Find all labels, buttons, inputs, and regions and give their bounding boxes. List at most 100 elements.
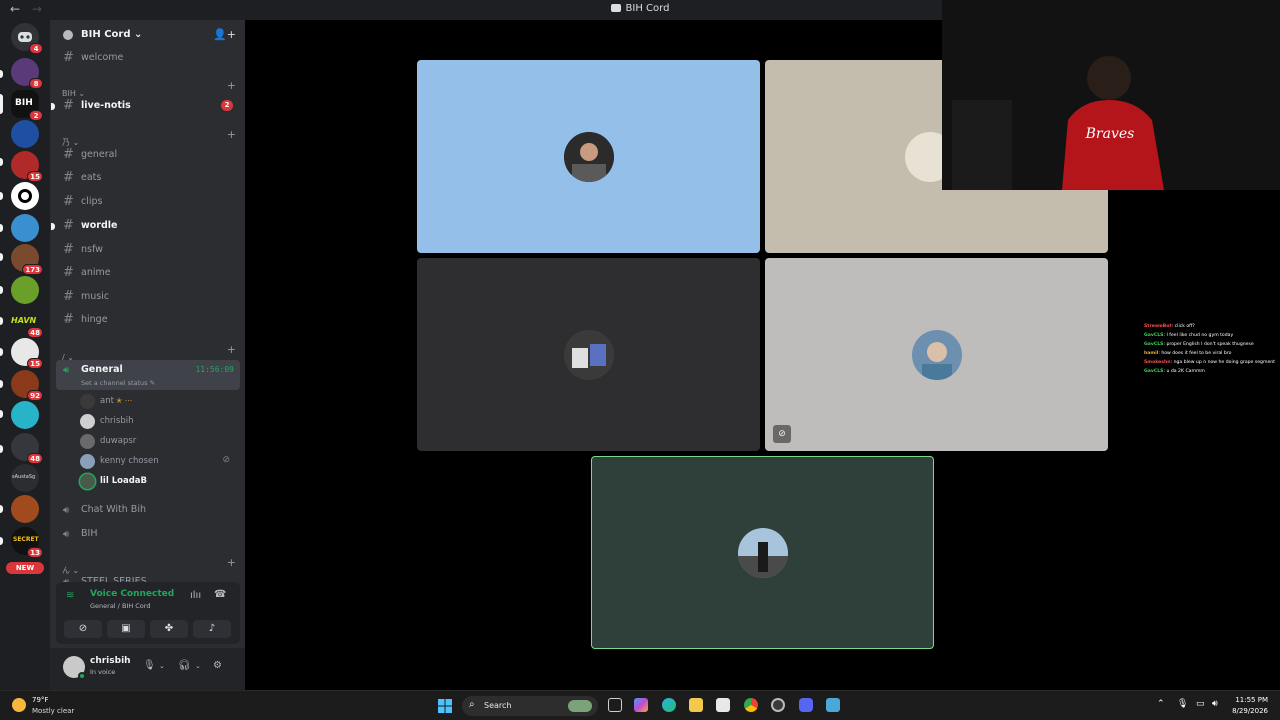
windows-start-icon[interactable]: [438, 698, 452, 713]
server-icon[interactable]: 173: [11, 244, 43, 275]
tray-mic-icon[interactable]: 🎙︎: [1177, 699, 1188, 709]
edge-browser-icon[interactable]: [662, 698, 676, 712]
server-icon[interactable]: [11, 495, 39, 523]
file-explorer-icon[interactable]: [689, 698, 703, 712]
participant-tile[interactable]: [417, 60, 760, 253]
voice-channel-general[interactable]: 🔊︎ General 11:56:09 Set a channel status…: [56, 360, 240, 390]
speaker-icon: 🔊︎: [63, 529, 70, 540]
server-icon[interactable]: [11, 182, 39, 210]
unread-badge: 92: [27, 390, 43, 401]
server-logo-icon: [610, 4, 621, 12]
create-channel-icon[interactable]: +: [227, 343, 236, 356]
channel-music[interactable]: # music: [58, 287, 240, 307]
copilot-icon[interactable]: [634, 698, 648, 712]
channel-welcome[interactable]: # welcome: [58, 48, 240, 68]
chat-line: GavCLS: u da 2K Cammm: [1144, 369, 1205, 374]
category-jp[interactable]: 乃 ⌄ +: [62, 128, 237, 147]
taskbar-search[interactable]: ⌕ Search: [462, 696, 598, 716]
channel-hinge[interactable]: # hinge: [58, 310, 240, 330]
network-icon[interactable]: ▭: [1196, 699, 1205, 709]
voice-user-chrisbih[interactable]: chrisbih: [78, 413, 238, 431]
headphones-icon[interactable]: 🎧︎: [178, 660, 191, 671]
unread-pill: [0, 158, 3, 166]
obs-icon[interactable]: [771, 698, 785, 712]
create-channel-icon[interactable]: +: [227, 79, 236, 92]
unread-badge: 15: [27, 358, 43, 369]
noise-suppression-icon[interactable]: ılıı: [190, 590, 201, 601]
server-icon-bih[interactable]: BIH 2: [11, 90, 43, 121]
server-icon[interactable]: [11, 120, 39, 148]
user-panel: chrisbih In voice 🎙︎ ⌄ 🎧︎ ⌄ ⚙: [50, 648, 245, 690]
server-icon[interactable]: 92: [11, 370, 43, 401]
channel-clips[interactable]: # clips: [58, 192, 240, 212]
unread-badge: 2: [29, 110, 43, 121]
soundboard-button[interactable]: ♪: [193, 620, 231, 638]
voice-channel-bih[interactable]: 🔊︎ BIH: [56, 524, 240, 544]
server-icon[interactable]: HAVN 48: [11, 307, 43, 338]
weather-moon-icon[interactable]: [12, 698, 26, 712]
system-clock[interactable]: 11:55 PM 8/29/2026: [1232, 695, 1268, 717]
participant-tile[interactable]: ⊘: [765, 258, 1108, 451]
participant-tile[interactable]: [417, 258, 760, 451]
chevron-down-icon[interactable]: ⌄: [159, 662, 165, 670]
volume-icon[interactable]: 🔊︎: [1212, 699, 1218, 709]
server-icon[interactable]: [11, 401, 39, 429]
channel-nsfw[interactable]: # nsfw: [58, 240, 240, 260]
category-bih[interactable]: BIH ⌄ +: [62, 79, 237, 98]
text-channel-icon: #: [63, 265, 74, 280]
participant-avatar: [737, 527, 788, 578]
channel-status-input[interactable]: Set a channel status ✎: [81, 379, 155, 387]
tray-overflow-icon[interactable]: ⌃: [1157, 699, 1165, 709]
svg-text:Braves: Braves: [1085, 126, 1135, 142]
server-icon[interactable]: [11, 214, 39, 242]
unread-badge: 8: [29, 78, 43, 89]
category-slash[interactable]: / ⌄ +: [62, 343, 237, 362]
screen-share-button[interactable]: ▣: [107, 620, 145, 638]
participant-tile-speaking[interactable]: [591, 456, 934, 649]
voice-user-ant[interactable]: ant ✭ ⋯: [78, 393, 238, 411]
create-channel-icon[interactable]: +: [227, 128, 236, 141]
voice-user-duwapsr[interactable]: duwapsr: [78, 433, 238, 451]
camera-off-button[interactable]: ⊘: [64, 620, 102, 638]
server-icon[interactable]: 15: [11, 151, 43, 182]
server-icon[interactable]: 8: [11, 58, 43, 89]
settings-gear-icon[interactable]: ⚙: [213, 660, 222, 671]
server-icon[interactable]: SECRET 13: [11, 527, 43, 558]
notepad-icon[interactable]: [826, 698, 840, 712]
server-icon[interactable]: 15: [11, 338, 43, 369]
signal-strength-icon[interactable]: ≋: [66, 590, 74, 601]
server-icon[interactable]: 48: [11, 433, 43, 464]
discord-app: ← → BIH Cord 4 8 BIH 2 15 173 HAVN 48 15…: [0, 0, 1280, 720]
voice-user-kenny-chosen[interactable]: kenny chosen ⊘: [78, 453, 238, 471]
channel-live-notis[interactable]: # live-notis 2: [51, 96, 240, 116]
disconnect-icon[interactable]: ☎: [214, 589, 226, 600]
unread-pill: [0, 505, 3, 513]
server-icon[interactable]: [11, 276, 39, 304]
discord-taskbar-icon[interactable]: [799, 698, 813, 712]
invite-people-icon[interactable]: 👤+: [213, 28, 236, 41]
channel-eats[interactable]: # eats: [58, 168, 240, 188]
category-kana[interactable]: ん ⌄ +: [62, 556, 237, 575]
server-icon[interactable]: sAustaSg: [11, 464, 39, 492]
microsoft-store-icon[interactable]: [716, 698, 730, 712]
channel-anime[interactable]: # anime: [58, 263, 240, 283]
weather-temp[interactable]: 79°F: [32, 696, 48, 704]
unread-badge: 48: [27, 453, 43, 464]
activities-button[interactable]: ✤: [150, 620, 188, 638]
chevron-down-icon[interactable]: ⌄: [195, 662, 201, 670]
chrome-icon[interactable]: [744, 698, 758, 712]
unread-badge: 48: [27, 327, 43, 338]
server-header[interactable]: BIH Cord ⌄ 👤+: [50, 20, 245, 50]
voice-user-lil-loadab[interactable]: lil LoadaB: [78, 473, 238, 491]
channel-wordle[interactable]: # wordle: [51, 216, 240, 236]
windows-taskbar: 79°F Mostly clear ⌕ Search ⌃ 🎙︎ ▭ 🔊︎ 11:…: [0, 690, 1280, 720]
microphone-icon[interactable]: 🎙︎: [143, 660, 156, 671]
create-channel-icon[interactable]: +: [227, 556, 236, 569]
channel-general[interactable]: # general: [58, 145, 240, 165]
voice-channel-chat-with-bih[interactable]: 🔊︎ Chat With Bih: [56, 500, 240, 520]
discord-home-icon[interactable]: 4: [11, 23, 43, 54]
new-unreads-pill[interactable]: NEW: [6, 562, 44, 574]
task-view-icon[interactable]: [608, 698, 622, 712]
unread-pill: [0, 537, 3, 545]
avatar: [80, 394, 95, 409]
